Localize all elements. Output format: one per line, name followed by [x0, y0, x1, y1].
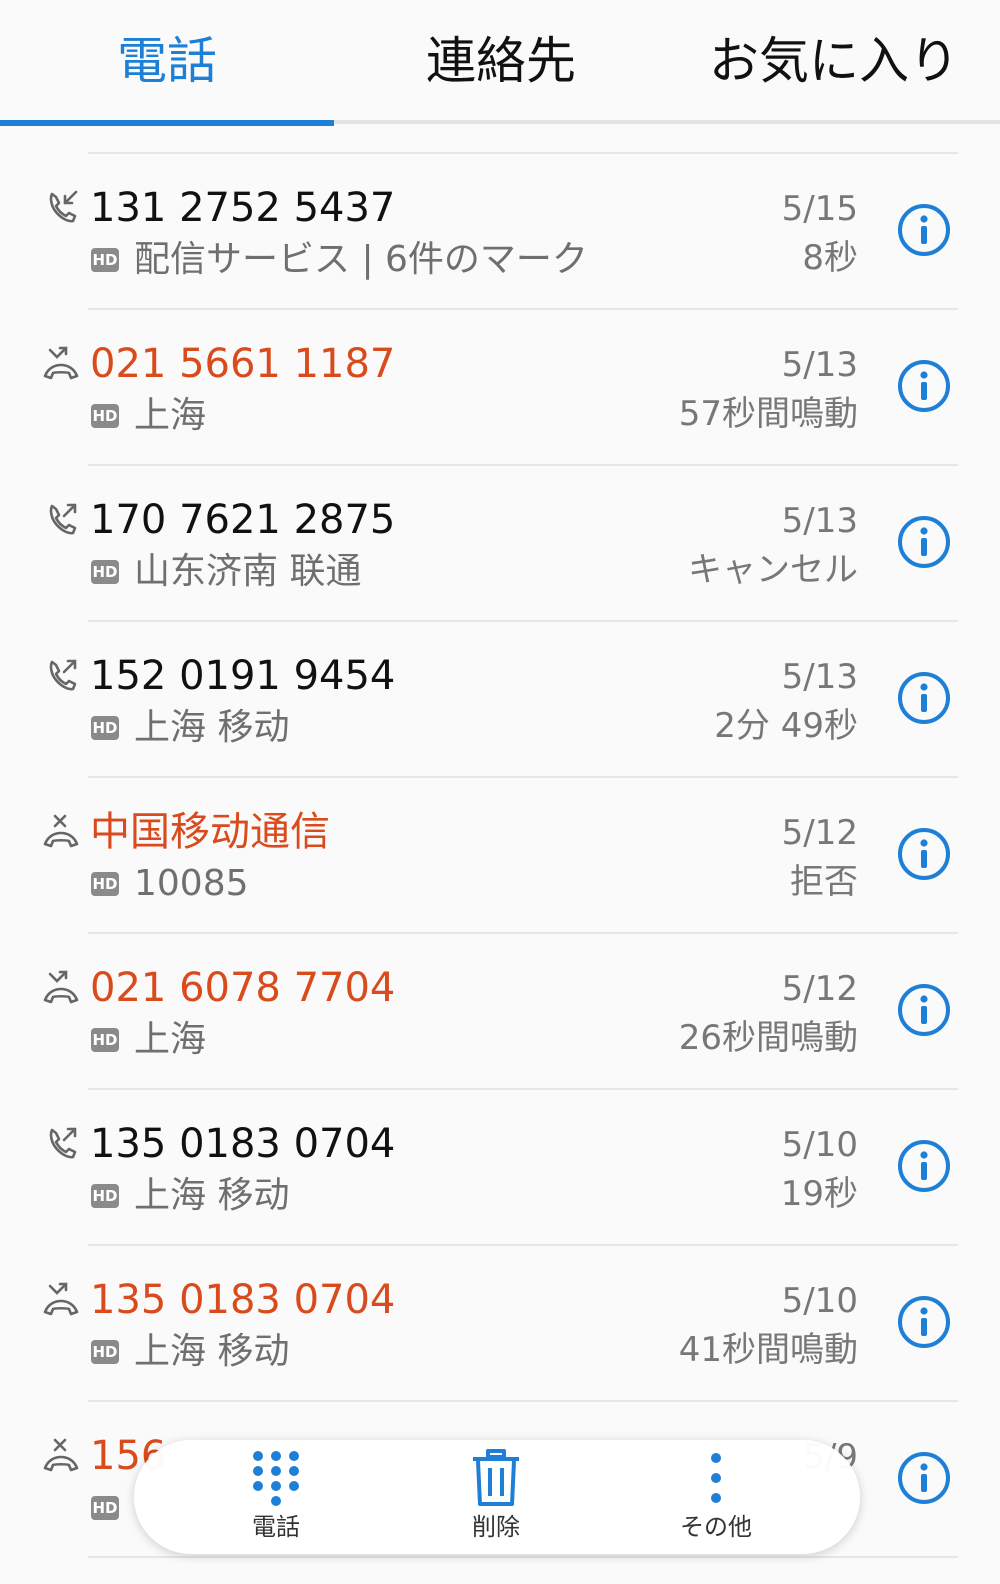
call-date: 5/13: [781, 657, 858, 697]
outgoing-call-icon: [42, 656, 80, 696]
call-log-row[interactable]: 152 0191 9454 HD 上海 移动 5/13 2分 49秒: [0, 622, 1000, 778]
dialpad-button[interactable]: 電話: [196, 1440, 356, 1554]
dialpad-icon: [253, 1451, 299, 1506]
call-date: 5/13: [781, 345, 858, 385]
missed-call-icon: [42, 344, 80, 384]
call-log-row[interactable]: 135 0183 0704 HD 上海 移动 5/10 41秒間鳴動: [0, 1246, 1000, 1402]
caller-name: 021 6078 7704: [90, 965, 396, 1011]
caller-name: 152 0191 9454: [90, 653, 396, 699]
call-date: 5/10: [781, 1281, 858, 1321]
call-log-row[interactable]: 021 5661 1187 HD 上海 5/13 57秒間鳴動: [0, 310, 1000, 466]
tab-contacts[interactable]: 連絡先: [334, 26, 668, 96]
hd-badge: HD: [91, 716, 119, 740]
more-label: その他: [680, 1513, 752, 1541]
more-vertical-icon: [711, 1453, 721, 1503]
trash-icon: [473, 1449, 519, 1506]
incoming-call-icon: [42, 188, 80, 228]
outgoing-call-icon: [42, 500, 80, 540]
caller-location: 上海 移动: [134, 1331, 290, 1372]
hd-badge: HD: [91, 1184, 119, 1208]
caller-location: 上海 移动: [134, 707, 290, 748]
hd-badge: HD: [91, 1496, 119, 1520]
call-date: 5/10: [781, 1125, 858, 1165]
caller-location: 上海: [134, 1019, 207, 1060]
hd-badge: HD: [91, 560, 119, 584]
hd-badge: HD: [91, 248, 119, 272]
call-log-row[interactable]: 021 6078 7704 HD 上海 5/12 26秒間鳴動: [0, 934, 1000, 1090]
tab-favorites[interactable]: お気に入り: [668, 26, 1000, 96]
call-log-row[interactable]: 中国移动通信 HD 10085 5/12 拒否: [0, 778, 1000, 934]
more-button[interactable]: その他: [636, 1440, 796, 1554]
info-icon[interactable]: [896, 670, 952, 726]
call-detail: 19秒: [780, 1174, 858, 1214]
rejected-call-icon: [42, 1436, 80, 1476]
caller-name: 170 7621 2875: [90, 497, 396, 543]
info-icon[interactable]: [896, 358, 952, 414]
outgoing-call-icon: [42, 1124, 80, 1164]
call-log-row[interactable]: 131 2752 5437 HD 配信サービス | 6件のマーク 5/15 8秒: [0, 154, 1000, 310]
missed-call-icon: [42, 968, 80, 1008]
call-detail: 2分 49秒: [714, 706, 858, 746]
caller-location: 配信サービス | 6件のマーク: [134, 239, 588, 280]
call-detail: 57秒間鳴動: [678, 394, 858, 434]
caller-name: 021 5661 1187: [90, 341, 396, 387]
delete-button[interactable]: 削除: [416, 1440, 576, 1554]
info-icon[interactable]: [896, 514, 952, 570]
tab-bar: 電話 連絡先 お気に入り: [0, 0, 1000, 126]
row-divider: [88, 1556, 958, 1558]
info-icon[interactable]: [896, 1294, 952, 1350]
rejected-call-icon: [42, 812, 80, 852]
caller-name: 135 0183 0704: [90, 1121, 396, 1167]
caller-location: 上海 移动: [134, 1175, 290, 1216]
hd-badge: HD: [91, 404, 119, 428]
call-detail: 26秒間鳴動: [678, 1018, 858, 1058]
info-icon[interactable]: [896, 1450, 952, 1506]
info-icon[interactable]: [896, 826, 952, 882]
call-date: 5/13: [781, 501, 858, 541]
info-icon[interactable]: [896, 982, 952, 1038]
caller-name: 中国移动通信: [90, 809, 330, 855]
hd-badge: HD: [91, 1340, 119, 1364]
caller-location: 上海: [134, 395, 207, 436]
call-log-row[interactable]: 170 7621 2875 HD 山东济南 联通 5/13 キャンセル: [0, 466, 1000, 622]
bottom-action-bar: 電話 削除 その他: [134, 1440, 860, 1554]
caller-name: 131 2752 5437: [90, 185, 396, 231]
hd-badge: HD: [91, 1028, 119, 1052]
call-date: 5/12: [781, 813, 858, 853]
call-detail: 拒否: [790, 862, 858, 902]
call-detail: 8秒: [802, 238, 858, 278]
hd-badge: HD: [91, 872, 119, 896]
caller-name: 135 0183 0704: [90, 1277, 396, 1323]
tab-phone[interactable]: 電話: [0, 26, 334, 96]
call-log-row[interactable]: 135 0183 0704 HD 上海 移动 5/10 19秒: [0, 1090, 1000, 1246]
call-date: 5/12: [781, 969, 858, 1009]
caller-location: 10085: [134, 863, 249, 904]
call-detail: 41秒間鳴動: [678, 1330, 858, 1370]
info-icon[interactable]: [896, 202, 952, 258]
call-log-list: 131 2752 5437 HD 配信サービス | 6件のマーク 5/15 8秒 021 …: [0, 154, 1000, 1558]
info-icon[interactable]: [896, 1138, 952, 1194]
caller-location: 山东济南 联通: [134, 551, 362, 592]
tab-active-indicator: [0, 120, 334, 126]
delete-label: 削除: [472, 1513, 520, 1541]
dialpad-label: 電話: [252, 1513, 300, 1541]
missed-call-icon: [42, 1280, 80, 1320]
call-date: 5/15: [781, 189, 858, 229]
call-detail: キャンセル: [688, 550, 858, 590]
